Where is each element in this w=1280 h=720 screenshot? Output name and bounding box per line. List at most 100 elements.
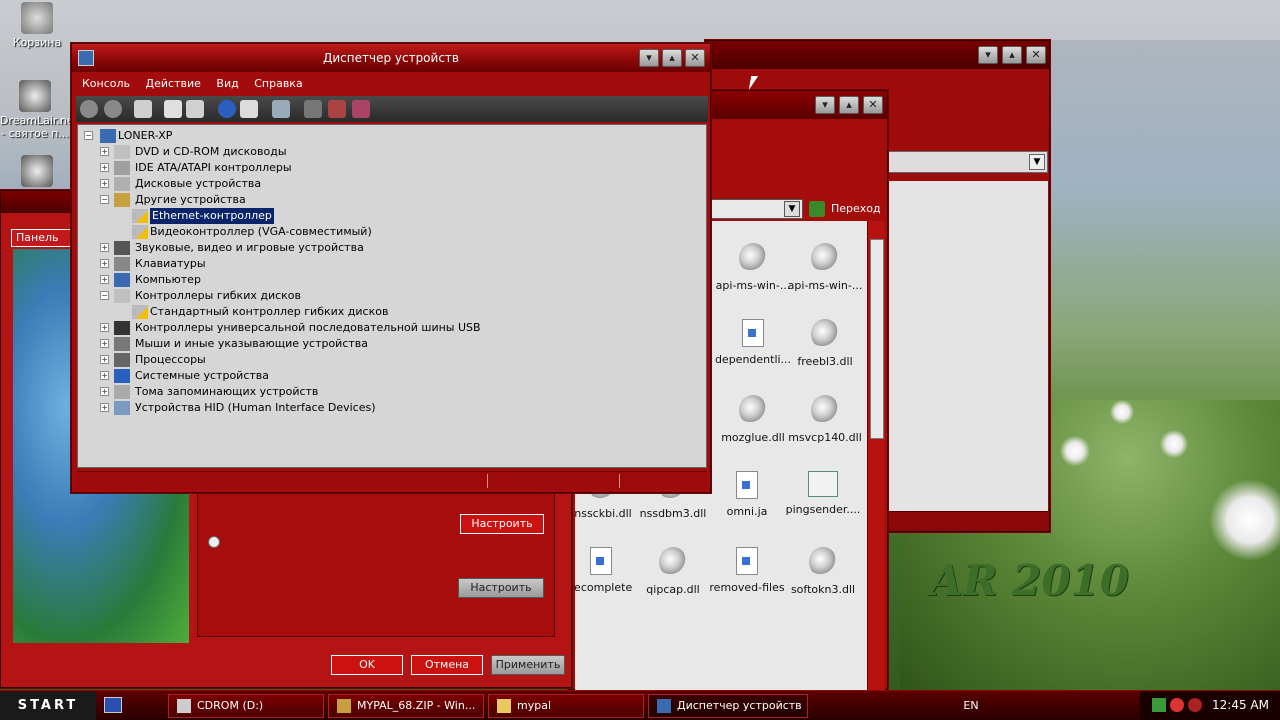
device-manager-window: Диспетчер устройств ▾ ▴ ✕ Консоль Действ… [71, 43, 711, 493]
scan-hardware-icon[interactable] [272, 100, 290, 118]
radio-option[interactable] [208, 536, 220, 548]
file-item[interactable]: api-ms-win-... [713, 243, 793, 292]
file-item[interactable]: mozglue.dll [713, 395, 793, 444]
file-item[interactable]: omni.ja [707, 471, 787, 518]
taskbar-item-folder[interactable]: mypal [488, 694, 644, 718]
desktop-icon-recycle-bin[interactable]: Корзина [2, 2, 72, 49]
help-icon[interactable] [218, 100, 236, 118]
warning-device-icon [132, 225, 148, 239]
expand-icon[interactable]: + [100, 243, 109, 252]
expand-icon[interactable]: + [100, 275, 109, 284]
back-icon[interactable] [80, 100, 98, 118]
vertical-scrollbar[interactable] [867, 221, 885, 691]
expand-icon[interactable]: + [100, 387, 109, 396]
ok-button[interactable]: OK [331, 655, 403, 675]
close-button[interactable]: ✕ [1026, 46, 1046, 64]
file-item[interactable]: dependentli... [713, 319, 793, 366]
system-tray: 12:45 AM [1140, 691, 1280, 720]
expand-icon[interactable]: + [100, 339, 109, 348]
minimize-button[interactable]: ▾ [639, 49, 659, 67]
expand-icon[interactable]: + [100, 355, 109, 364]
file-item[interactable]: msvcp140.dll [785, 395, 865, 444]
dll-gear-icon [811, 243, 839, 273]
device-category-icon [114, 289, 130, 303]
minimize-button[interactable]: ▾ [815, 96, 835, 114]
menu-help[interactable]: Справка [248, 74, 308, 93]
taskbar: START CDROM (D:) MYPAL_68.ZIP - Win... m… [0, 690, 1280, 720]
start-button[interactable]: START [0, 691, 96, 720]
close-button[interactable]: ✕ [863, 96, 883, 114]
dandelion-puff [1210, 480, 1280, 560]
expand-icon[interactable]: + [100, 403, 109, 412]
close-button[interactable]: ✕ [685, 49, 705, 67]
uninstall-device-icon[interactable] [352, 100, 370, 118]
cdrom-icon [177, 699, 191, 713]
taskbar-item-device-manager[interactable]: Диспетчер устройств [648, 694, 808, 718]
update-driver-icon[interactable] [304, 100, 322, 118]
maximize-button[interactable]: ▴ [839, 96, 859, 114]
maximize-button[interactable]: ▴ [662, 49, 682, 67]
dll-gear-icon [809, 547, 837, 577]
dll-gear-icon [739, 243, 767, 273]
chevron-down-icon[interactable]: ▼ [784, 201, 800, 217]
cancel-button[interactable]: Отмена [411, 655, 483, 675]
window-title: Диспетчер устройств [322, 51, 459, 65]
expand-icon[interactable]: + [100, 147, 109, 156]
scrollbar-thumb[interactable] [870, 239, 884, 439]
configure2-button[interactable]: Настроить [458, 578, 544, 598]
device-category-icon [114, 385, 130, 399]
collapse-icon[interactable]: − [84, 131, 93, 140]
dandelion-puff [1110, 400, 1134, 424]
expand-icon[interactable]: + [100, 163, 109, 172]
desktop-sky [1040, 40, 1280, 400]
dll-gear-icon [811, 319, 839, 349]
chevron-down-icon[interactable]: ▼ [1029, 154, 1045, 170]
address-dropdown[interactable]: ▼ [886, 151, 1048, 173]
dll-gear-icon [811, 395, 839, 425]
maximize-button[interactable]: ▴ [1002, 46, 1022, 64]
apply-button[interactable]: Применить [491, 655, 565, 675]
tab-panel[interactable]: Панель за [11, 229, 75, 247]
expand-icon[interactable]: + [100, 371, 109, 380]
file-item[interactable]: freebl3.dll [785, 319, 865, 368]
shortcut-icon [19, 80, 51, 112]
device-tree: − LONER-XP + DVD и CD-ROM дисководы + IDE A… [77, 124, 707, 468]
collapse-icon[interactable]: − [100, 291, 109, 300]
file-item[interactable]: api-ms-win-... [785, 243, 865, 292]
device-category-icon [114, 321, 130, 335]
address-input[interactable]: ▼ [709, 199, 803, 219]
network-icon[interactable] [1152, 698, 1166, 712]
menu-console[interactable]: Консоль [76, 74, 136, 93]
go-button[interactable]: Переход [807, 199, 887, 219]
antivirus-icon[interactable] [1170, 698, 1184, 712]
file-item[interactable]: softokn3.dll [783, 547, 863, 596]
menu-view[interactable]: Вид [210, 74, 244, 93]
file-item[interactable]: removed-files [707, 547, 787, 594]
collapse-icon[interactable]: − [100, 195, 109, 204]
security-icon[interactable] [1188, 698, 1202, 712]
desktop-icon-shortcut[interactable] [2, 155, 72, 189]
up-icon[interactable] [134, 100, 152, 118]
show-desktop-icon[interactable] [104, 697, 122, 713]
file-item[interactable]: pingsender.... [783, 471, 863, 516]
disable-device-icon[interactable] [328, 100, 346, 118]
taskbar-item-archive[interactable]: MYPAL_68.ZIP - Win... [328, 694, 484, 718]
forward-icon[interactable] [104, 100, 122, 118]
print-icon[interactable] [186, 100, 204, 118]
language-indicator[interactable]: EN [958, 698, 984, 714]
expand-icon[interactable]: + [100, 259, 109, 268]
device-category-icon [114, 161, 130, 175]
desktop-icon-dreamlair[interactable]: DreamLair.ne - святое п... [0, 80, 74, 140]
properties-icon[interactable] [164, 100, 182, 118]
configure-button[interactable]: Настроить [460, 514, 544, 534]
expand-icon[interactable]: + [100, 323, 109, 332]
menu-action[interactable]: Действие [140, 74, 207, 93]
taskbar-item-cdrom[interactable]: CDROM (D:) [168, 694, 324, 718]
expand-icon[interactable]: + [100, 179, 109, 188]
view-icon[interactable] [240, 100, 258, 118]
file-item[interactable]: qipcap.dll [633, 547, 713, 596]
explorer-content [888, 181, 1048, 511]
file-item[interactable]: recomplete [561, 547, 641, 594]
minimize-button[interactable]: ▾ [978, 46, 998, 64]
computer-icon [100, 129, 116, 143]
